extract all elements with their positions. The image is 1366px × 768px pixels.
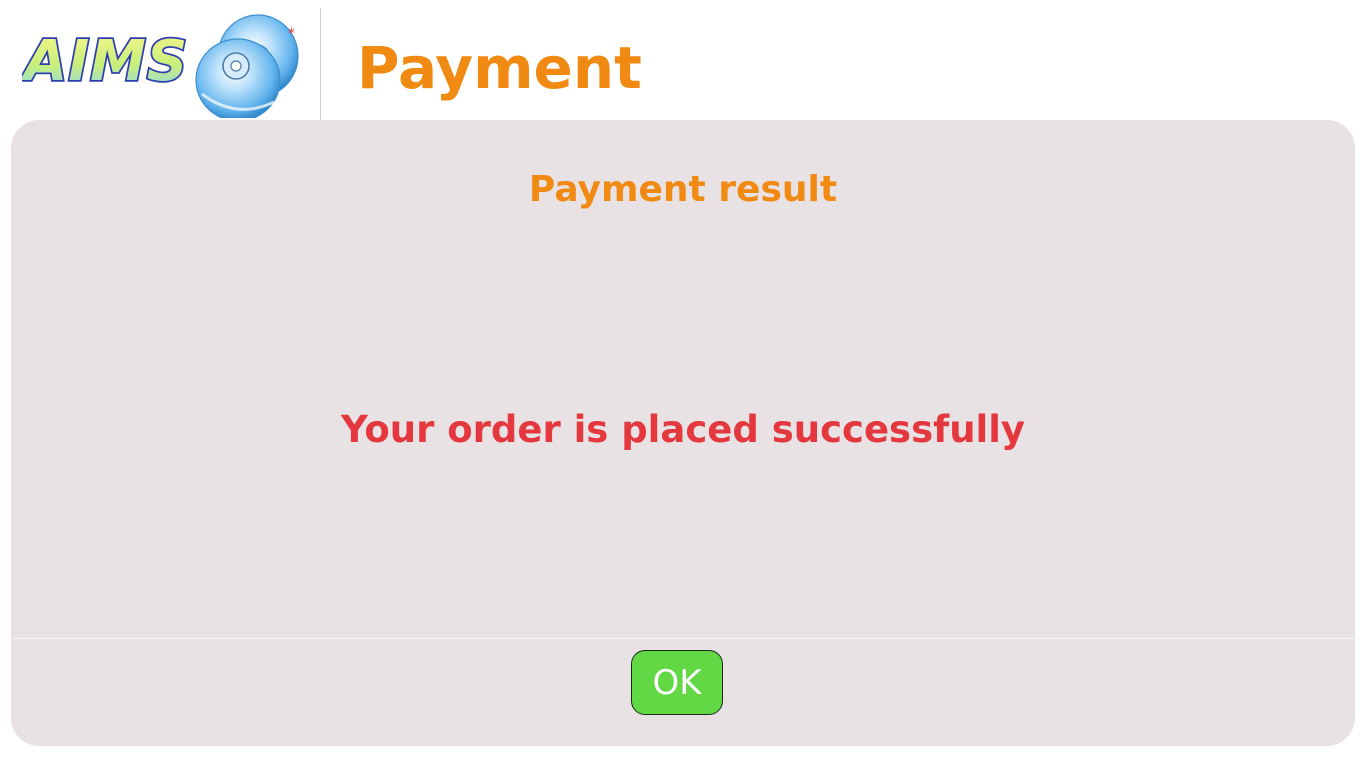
footer-divider bbox=[11, 638, 1355, 639]
header: AIMS * Payment bbox=[0, 0, 1366, 122]
panel-heading: Payment result bbox=[528, 169, 838, 210]
app-window: AIMS * Payment Payment result Your order bbox=[0, 0, 1366, 768]
page-title: Payment bbox=[357, 34, 642, 102]
svg-text:AIMS: AIMS bbox=[22, 29, 188, 94]
svg-text:*: * bbox=[288, 26, 295, 42]
result-message: Your order is placed successfully bbox=[340, 408, 1026, 451]
header-divider bbox=[320, 8, 321, 120]
ok-button[interactable]: OK bbox=[631, 650, 723, 715]
aims-logo-graphic: AIMS * bbox=[18, 14, 299, 122]
aims-logo: AIMS * bbox=[18, 8, 302, 122]
disc-icon: * bbox=[195, 14, 299, 122]
